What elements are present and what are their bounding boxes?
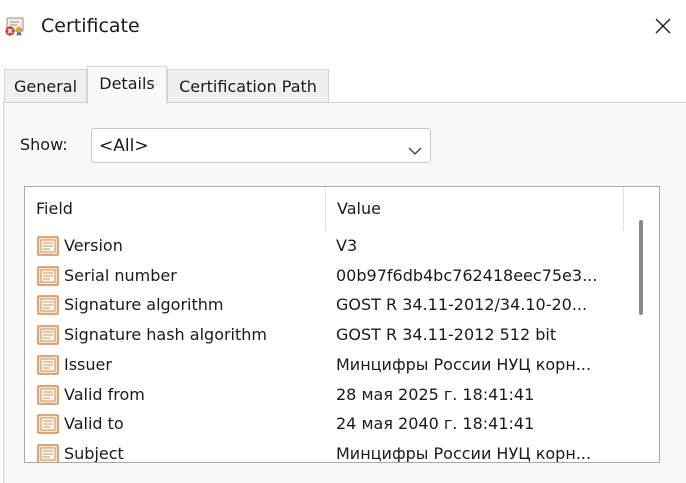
list-header: Field Value	[25, 187, 625, 231]
field-value: Минцифры России НУЦ корн...	[336, 443, 592, 463]
list-item[interactable]: Signature hash algorithm GOST R 34.11-20…	[25, 320, 625, 350]
field-name: Version	[64, 236, 123, 255]
field-value: GOST R 34.11-2012/34.10-20...	[336, 295, 588, 315]
tab-strip: General Details Certification Path	[0, 66, 686, 104]
tab-details[interactable]: Details	[87, 66, 167, 104]
certificate-field-icon	[36, 383, 60, 407]
field-name: Serial number	[64, 265, 177, 285]
show-label: Show:	[20, 135, 68, 154]
certificate-dialog: Certificate General Details Certificatio…	[0, 0, 686, 483]
tab-certification-path[interactable]: Certification Path	[167, 69, 329, 103]
certificate-field-icon	[36, 264, 60, 288]
show-dropdown-value: <All>	[99, 136, 149, 156]
certificate-field-icon	[36, 293, 60, 317]
fields-list[interactable]: Field Value Version V3 Serial number 00b…	[24, 186, 660, 463]
tab-general[interactable]: General	[4, 69, 87, 103]
certificate-field-icon	[36, 353, 60, 377]
column-divider	[623, 187, 624, 231]
chevron-down-icon	[408, 141, 422, 160]
show-dropdown[interactable]: <All>	[91, 128, 431, 163]
list-item[interactable]: Version V3	[25, 231, 625, 261]
field-value: V3	[336, 236, 358, 255]
title-bar[interactable]: Certificate	[0, 0, 686, 56]
list-item[interactable]: Issuer Минцифры России НУЦ корн...	[25, 350, 625, 380]
field-value: Минцифры России НУЦ корн...	[336, 354, 592, 374]
window-title: Certificate	[41, 15, 140, 37]
field-value: 28 мая 2025 г. 18:41:41	[336, 384, 535, 404]
list-item[interactable]: Signature algorithm GOST R 34.11-2012/34…	[25, 290, 625, 320]
field-name: Subject	[64, 443, 124, 463]
certificate-field-icon	[36, 412, 60, 436]
field-value: GOST R 34.11-2012 512 bit	[336, 325, 557, 345]
column-header-value[interactable]: Value	[325, 187, 625, 231]
field-name: Issuer	[64, 354, 112, 374]
certificate-field-icon	[36, 442, 60, 462]
scrollbar-thumb[interactable]	[639, 220, 643, 315]
certificate-error-icon	[4, 15, 26, 37]
list-item[interactable]: Serial number 00b97f6db4bc762418eec75e3.…	[25, 261, 625, 291]
list-item[interactable]: Valid from 28 мая 2025 г. 18:41:41	[25, 380, 625, 410]
field-value: 00b97f6db4bc762418eec75e3...	[336, 265, 598, 285]
field-name: Valid from	[64, 384, 145, 404]
list-item[interactable]: Valid to 24 мая 2040 г. 18:41:41	[25, 409, 625, 439]
list-item[interactable]: Subject Минцифры России НУЦ корн...	[25, 439, 625, 463]
certificate-field-icon	[36, 234, 60, 258]
details-panel: Show: <All> Field Value Version V3 Seria…	[3, 102, 686, 483]
close-button[interactable]	[640, 6, 686, 46]
list-body: Version V3 Serial number 00b97f6db4bc762…	[25, 231, 625, 463]
column-header-field[interactable]: Field	[25, 187, 325, 231]
field-value: 24 мая 2040 г. 18:41:41	[336, 414, 535, 434]
field-name: Signature algorithm	[64, 295, 224, 315]
vertical-scrollbar[interactable]	[625, 187, 659, 462]
field-name: Signature hash algorithm	[64, 325, 267, 345]
certificate-field-icon	[36, 323, 60, 347]
field-name: Valid to	[64, 414, 124, 434]
